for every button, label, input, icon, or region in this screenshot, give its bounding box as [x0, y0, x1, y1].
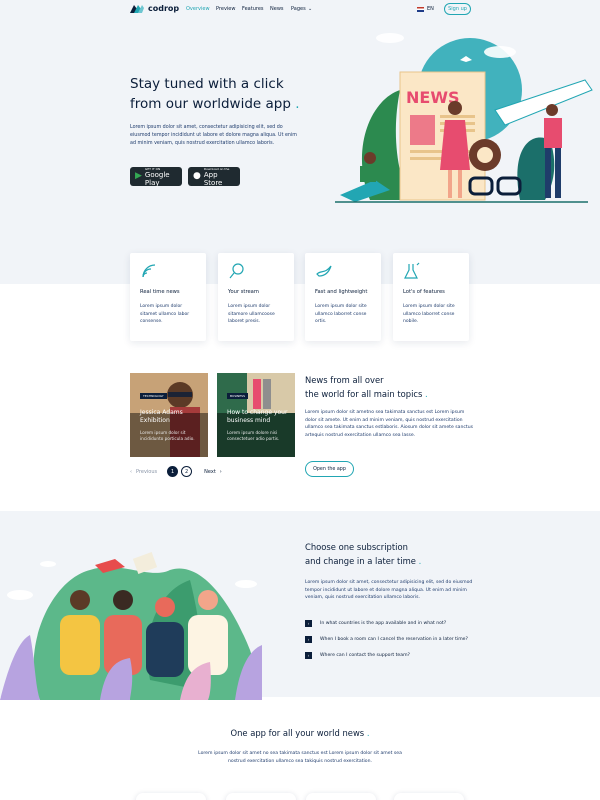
next-link[interactable]: Next	[204, 469, 216, 475]
chevron-right-icon: ›	[305, 636, 312, 643]
nav-features[interactable]: Features	[242, 6, 264, 12]
bottom-description: Lorem ipsum dolor sit amet no sea takima…	[198, 751, 402, 764]
news-tag: TECHNOLOGY	[140, 393, 167, 399]
open-app-button[interactable]: Open the app	[305, 461, 354, 477]
flag-icon	[417, 6, 424, 12]
subscription-title: Choose one subscription and change in a …	[305, 541, 475, 568]
feature-text: Lorem ipsum dolor site ullamco laborret …	[403, 304, 455, 325]
signup-button[interactable]: Sign up	[444, 3, 471, 15]
hero-title: Stay tuned with a click from our worldwi…	[130, 74, 320, 114]
news-title-line2: the world for all main topics	[305, 388, 423, 399]
feature-title: Your stream	[228, 289, 259, 295]
team-illustration	[0, 552, 263, 700]
flask-icon	[404, 262, 420, 279]
faq-question: When I book a room can I cancel the rese…	[320, 637, 468, 642]
pricing-card[interactable]	[136, 793, 206, 800]
news-card-title: How to change your business mind	[227, 409, 288, 424]
logo-icon	[130, 5, 144, 13]
pricing-card[interactable]	[394, 793, 464, 800]
google-big-label: Google Play	[144, 170, 170, 187]
play-icon: ▶	[135, 171, 142, 181]
pricing-card[interactable]	[226, 793, 296, 800]
hero-title-line1: Stay tuned with a click	[130, 76, 284, 92]
news-card-title: Jessica Adams Exhibition	[140, 409, 183, 424]
app-store-button[interactable]: ● Download on the App Store	[188, 167, 240, 187]
feature-card-fast: Fast and lightweight Lorem ipsum dolor s…	[305, 253, 381, 341]
language-selector[interactable]: EN	[417, 6, 434, 12]
nav-news[interactable]: News	[270, 6, 284, 12]
title-dot: .	[415, 555, 422, 566]
bottom-title-text: One app for all your world news	[230, 728, 365, 738]
nav-overview[interactable]: Overview	[186, 6, 210, 12]
magnifier-icon	[229, 263, 244, 279]
news-card-text: Lorem ipsum dolor sit incididunto portic…	[140, 430, 195, 441]
previous-link[interactable]: Previous	[136, 469, 157, 475]
page-2[interactable]: 2	[181, 466, 193, 477]
google-play-button[interactable]: ▶ GET IT ON Google Play	[130, 167, 182, 187]
subscription-title-line1: Choose one subscription	[305, 542, 408, 552]
feature-title: Fast and lightweight	[315, 289, 368, 295]
faq-question: In what countries is the app available a…	[320, 621, 447, 626]
hero-description: Lorem ipsum dolor sit amet, consectetur …	[130, 125, 297, 146]
news-card[interactable]: TECHNOLOGY Jessica Adams Exhibition Lore…	[130, 373, 208, 457]
title-dot: .	[422, 388, 428, 399]
chevron-right-icon: ›	[305, 652, 312, 659]
news-title: News from all over the world for all mai…	[305, 374, 465, 401]
feature-text: Lorem ipsum dolor site ullamco laborret …	[315, 304, 367, 325]
feature-title: Real time news	[140, 289, 180, 295]
language-label: EN	[427, 6, 434, 12]
news-title-line1: News from all over	[305, 375, 384, 385]
apple-big-label: App Store	[203, 170, 223, 187]
chevron-left-icon[interactable]: ‹	[130, 469, 132, 475]
faq-item[interactable]: › In what countries is the app available…	[305, 620, 446, 627]
faq-question: Where can I contact the support team?	[320, 653, 410, 658]
nav-preview[interactable]: Preview	[216, 6, 235, 12]
feature-text: Lorem ipsum dolor sitamore ullamcoose la…	[228, 304, 275, 325]
logo[interactable]: codrop	[130, 4, 179, 13]
top-nav: codrop Overview Preview Features News Pa…	[0, 0, 600, 20]
feature-card-stream: Your stream Lorem ipsum dolor sitamore u…	[218, 253, 294, 341]
feature-card-real-time: Real time news Lorem ipsum dolor sitamet…	[130, 253, 206, 341]
hero-title-line2: from our worldwide app	[130, 96, 291, 112]
pagination: ‹ Previous 1 2 Next ›	[130, 466, 222, 477]
title-dot: .	[290, 96, 300, 112]
chevron-right-icon: ›	[305, 620, 312, 627]
subscription-description: Lorem ipsum dolor sit amet, consectetur …	[305, 580, 473, 601]
hero-illustration: NEWS	[335, 33, 593, 203]
chevron-down-icon[interactable]: ⌄	[308, 6, 312, 12]
apple-icon: ●	[193, 171, 201, 181]
feature-card-features: Lot's of features Lorem ipsum dolor site…	[393, 253, 469, 341]
faq-item[interactable]: › When I book a room can I cancel the re…	[305, 636, 468, 643]
wifi-icon	[142, 264, 156, 278]
title-dot: .	[364, 728, 370, 738]
feature-text: Lorem ipsum dolor sitamet ullamco labor …	[140, 304, 190, 325]
pricing-card[interactable]	[306, 793, 376, 800]
page-1[interactable]: 1	[167, 466, 179, 477]
logo-text: codrop	[148, 4, 180, 13]
nav-pages[interactable]: Pages	[291, 6, 306, 12]
chevron-right-icon[interactable]: ›	[220, 469, 222, 475]
bird-icon	[316, 265, 332, 277]
feature-title: Lot's of features	[403, 289, 445, 295]
news-tag: BUSINESS	[227, 393, 248, 399]
subscription-title-line2: and change in a later time	[305, 555, 416, 566]
faq-item[interactable]: › Where can I contact the support team?	[305, 652, 410, 659]
news-description: Lorem ipsum dolor sit ametno sea takimat…	[305, 410, 474, 438]
news-card-text: Lorem ipsum dolore nisi consectetuer adi…	[227, 430, 280, 441]
bottom-title: One app for all your world news .	[0, 728, 600, 738]
news-card[interactable]: BUSINESS How to change your business min…	[217, 373, 295, 457]
